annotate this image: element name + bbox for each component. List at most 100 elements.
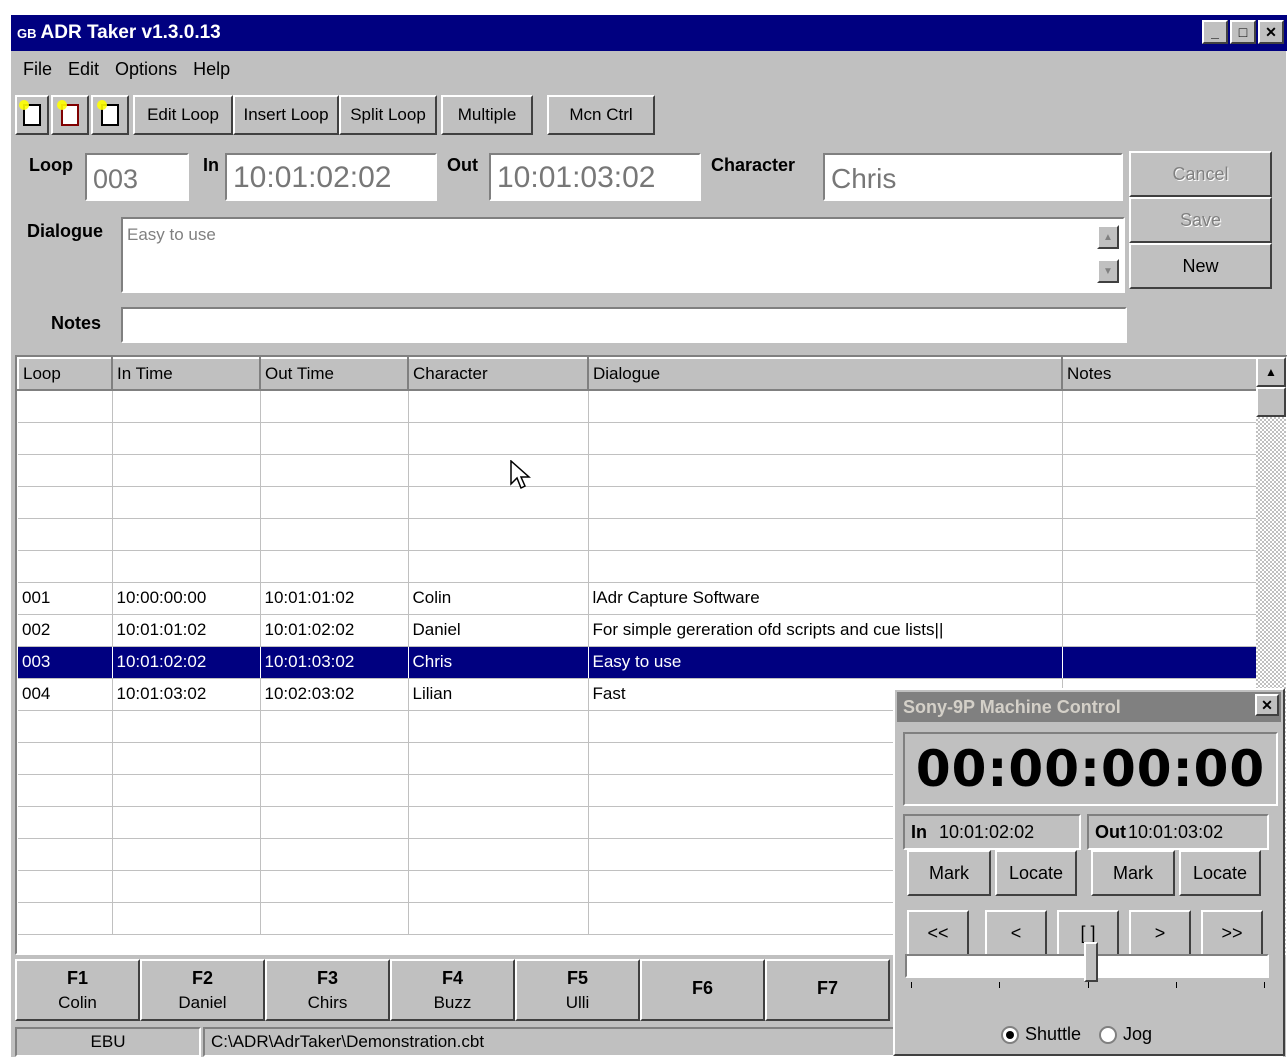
menu-edit[interactable]: Edit	[60, 59, 107, 80]
cell-in-time[interactable]	[112, 390, 261, 423]
scroll-down-icon[interactable]: ▼	[1097, 259, 1119, 283]
cell-in-time[interactable]	[112, 454, 261, 487]
edit-loop-button[interactable]: Edit Loop	[133, 95, 233, 135]
function-key-f2[interactable]: F2 Daniel	[140, 959, 265, 1021]
column-header-dialogue[interactable]: Dialogue	[587, 357, 1063, 391]
function-key-f4[interactable]: F4 Buzz	[390, 959, 515, 1021]
cell-in-time[interactable]	[112, 486, 261, 519]
cell-loop[interactable]: 001	[18, 582, 113, 615]
table-row[interactable]: 002 10:01:01:02 10:01:02:02 Daniel For simpl…	[18, 614, 1259, 647]
cell-loop[interactable]	[18, 390, 113, 423]
maximize-button[interactable]: □	[1230, 20, 1256, 44]
cell-in-time[interactable]	[112, 806, 261, 839]
cell-out-time[interactable]	[260, 806, 409, 839]
cell-loop[interactable]	[18, 870, 113, 903]
cell-out-time[interactable]: 10:01:03:02	[260, 646, 409, 679]
cell-dialogue[interactable]: lAdr Capture Software	[588, 582, 1063, 615]
machine-control-close-button[interactable]: ✕	[1255, 694, 1279, 716]
insert-loop-button[interactable]: Insert Loop	[233, 95, 339, 135]
notes-field[interactable]	[121, 307, 1127, 343]
cell-in-time[interactable]: 10:01:01:02	[112, 614, 261, 647]
cell-notes[interactable]	[1062, 646, 1259, 679]
cell-out-time[interactable]	[260, 774, 409, 807]
column-header-out-time[interactable]: Out Time	[259, 357, 409, 391]
table-row[interactable]	[18, 390, 1259, 423]
save-button[interactable]: Save	[1129, 197, 1272, 243]
in-time-field[interactable]: 10:01:02:02	[225, 153, 437, 201]
cell-loop[interactable]	[18, 518, 113, 551]
cell-out-time[interactable]	[260, 390, 409, 423]
cell-character[interactable]	[408, 774, 589, 807]
table-row[interactable]	[18, 454, 1259, 487]
function-key-f6[interactable]: F6	[640, 959, 765, 1021]
cell-character[interactable]	[408, 390, 589, 423]
character-field[interactable]: Chris	[823, 153, 1123, 201]
table-row[interactable]: 001 10:00:00:00 10:01:01:02 Colin lAdr Captu…	[18, 582, 1259, 615]
cell-character[interactable]	[408, 454, 589, 487]
cell-in-time[interactable]	[112, 710, 261, 743]
cell-out-time[interactable]	[260, 902, 409, 935]
cell-notes[interactable]	[1062, 486, 1259, 519]
cell-notes[interactable]	[1062, 518, 1259, 551]
mark-out-button[interactable]: Mark	[1091, 850, 1175, 896]
step-forward-button[interactable]: >	[1129, 910, 1191, 956]
cell-in-time[interactable]: 10:01:03:02	[112, 678, 261, 711]
cell-out-time[interactable]	[260, 422, 409, 455]
cell-in-time[interactable]	[112, 550, 261, 583]
split-loop-button[interactable]: Split Loop	[339, 95, 437, 135]
cell-loop[interactable]	[18, 902, 113, 935]
table-row[interactable]	[18, 486, 1259, 519]
function-key-f3[interactable]: F3 Chirs	[265, 959, 390, 1021]
loop-field[interactable]: 003	[85, 153, 189, 201]
step-back-button[interactable]: <	[985, 910, 1047, 956]
cell-out-time[interactable]: 10:02:03:02	[260, 678, 409, 711]
cell-in-time[interactable]	[112, 422, 261, 455]
cell-out-time[interactable]	[260, 550, 409, 583]
cell-notes[interactable]	[1062, 454, 1259, 487]
cell-dialogue[interactable]	[588, 390, 1063, 423]
cell-in-time[interactable]	[112, 742, 261, 775]
cell-loop[interactable]: 002	[18, 614, 113, 647]
dialogue-field[interactable]: Easy to use ▲ ▼	[121, 217, 1125, 293]
locate-out-button[interactable]: Locate	[1179, 850, 1261, 896]
table-row[interactable]	[18, 518, 1259, 551]
cell-loop[interactable]	[18, 454, 113, 487]
cell-dialogue[interactable]: For simple gereration ofd scripts and cu…	[588, 614, 1063, 647]
shuttle-radio-dot[interactable]	[1001, 1025, 1019, 1044]
shuttle-radio[interactable]: Shuttle	[1001, 1024, 1081, 1045]
new-file-button[interactable]	[15, 95, 49, 135]
fast-forward-button[interactable]: >>	[1201, 910, 1263, 956]
print-file-button[interactable]	[91, 95, 129, 135]
out-time-field[interactable]: 10:01:03:02	[489, 153, 701, 201]
scroll-up-arrow-icon[interactable]: ▲	[1256, 357, 1286, 387]
table-row[interactable]: 003 10:01:02:02 10:01:03:02 Chris Easy to us…	[18, 646, 1259, 679]
cell-notes[interactable]	[1062, 422, 1259, 455]
scroll-up-icon[interactable]: ▲	[1097, 225, 1119, 249]
cell-notes[interactable]	[1062, 550, 1259, 583]
cell-out-time[interactable]	[260, 838, 409, 871]
column-header-notes[interactable]: Notes	[1061, 357, 1259, 391]
jog-radio-dot[interactable]	[1099, 1025, 1118, 1044]
cell-in-time[interactable]	[112, 518, 261, 551]
cell-character[interactable]	[408, 870, 589, 903]
cell-out-time[interactable]	[260, 486, 409, 519]
machine-control-title[interactable]: Sony-9P Machine Control	[897, 692, 1281, 722]
cell-character[interactable]	[408, 838, 589, 871]
machine-control-button[interactable]: Mcn Ctrl	[547, 95, 655, 135]
minimize-button[interactable]: _	[1202, 20, 1228, 44]
table-row[interactable]	[18, 422, 1259, 455]
cell-character[interactable]: Lilian	[408, 678, 589, 711]
cell-loop[interactable]	[18, 806, 113, 839]
shuttle-slider-thumb[interactable]	[1083, 942, 1098, 982]
cell-out-time[interactable]	[260, 454, 409, 487]
cell-loop[interactable]	[18, 486, 113, 519]
cancel-button[interactable]: Cancel	[1129, 151, 1272, 197]
new-button[interactable]: New	[1129, 243, 1272, 289]
cell-character[interactable]: Colin	[408, 582, 589, 615]
cell-in-time[interactable]: 10:01:02:02	[112, 646, 261, 679]
close-button[interactable]: ✕	[1258, 20, 1284, 44]
cell-notes[interactable]	[1062, 614, 1259, 647]
cell-character[interactable]	[408, 550, 589, 583]
cell-notes[interactable]	[1062, 582, 1259, 615]
cell-out-time[interactable]	[260, 742, 409, 775]
